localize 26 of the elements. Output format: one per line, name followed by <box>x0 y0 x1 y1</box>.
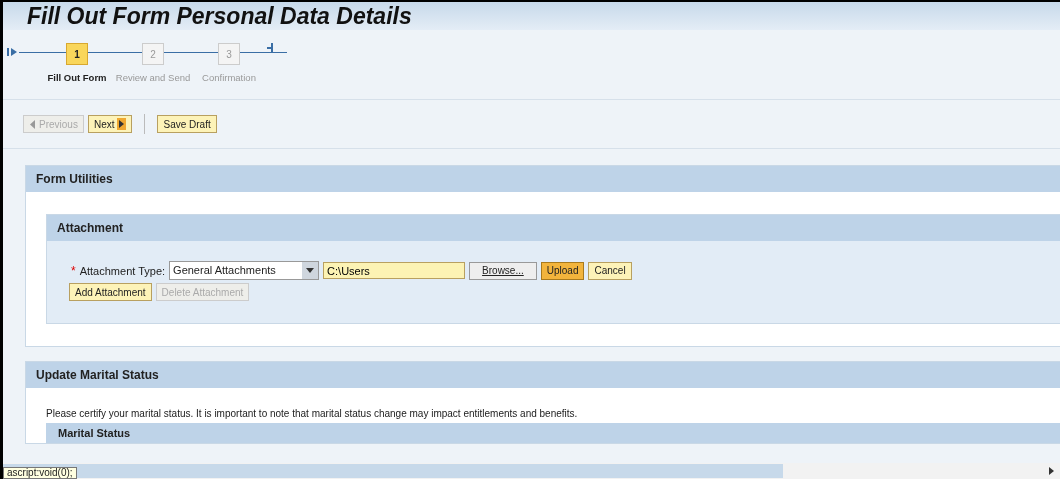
required-mark: * <box>71 263 76 278</box>
upload-button[interactable]: Upload <box>540 261 585 280</box>
horizontal-scrollbar[interactable] <box>3 463 1060 479</box>
table-title: Marital Status <box>58 427 131 439</box>
status-tooltip: ascript:void(0); <box>3 467 77 479</box>
dropdown-arrow-icon <box>306 268 315 273</box>
section-title: Form Utilities <box>36 172 113 186</box>
left-arrow-icon <box>29 119 36 129</box>
step-number[interactable]: 1 <box>66 43 88 65</box>
start-marker-icon <box>7 47 19 57</box>
next-button[interactable]: Next <box>87 115 133 133</box>
scroll-right-icon[interactable] <box>1049 467 1054 475</box>
step-label[interactable]: Fill Out Form <box>47 72 107 83</box>
right-arrow-icon <box>117 118 127 130</box>
browse-button[interactable]: Browse... <box>469 261 537 280</box>
attachment-type-dropdown[interactable]: General Attachments <box>169 261 320 280</box>
save-draft-button[interactable]: Save Draft <box>157 115 217 133</box>
file-path-field[interactable]: C:\Users <box>323 262 466 279</box>
instruction-text: Please certify your marital status. It is important to note that marital status change may impact entitlements and benefits. <box>46 408 579 419</box>
field-label: Attachment Type: <box>79 264 166 277</box>
end-marker-icon <box>267 43 273 53</box>
window-title: Fill Out Form Personal Data Details <box>27 2 412 30</box>
section-title: Attachment <box>57 221 123 235</box>
section-title: Update Marital Status <box>36 368 159 382</box>
cancel-button[interactable]: Cancel <box>588 261 632 280</box>
add-attachment-button[interactable]: Add Attachment <box>69 283 152 301</box>
